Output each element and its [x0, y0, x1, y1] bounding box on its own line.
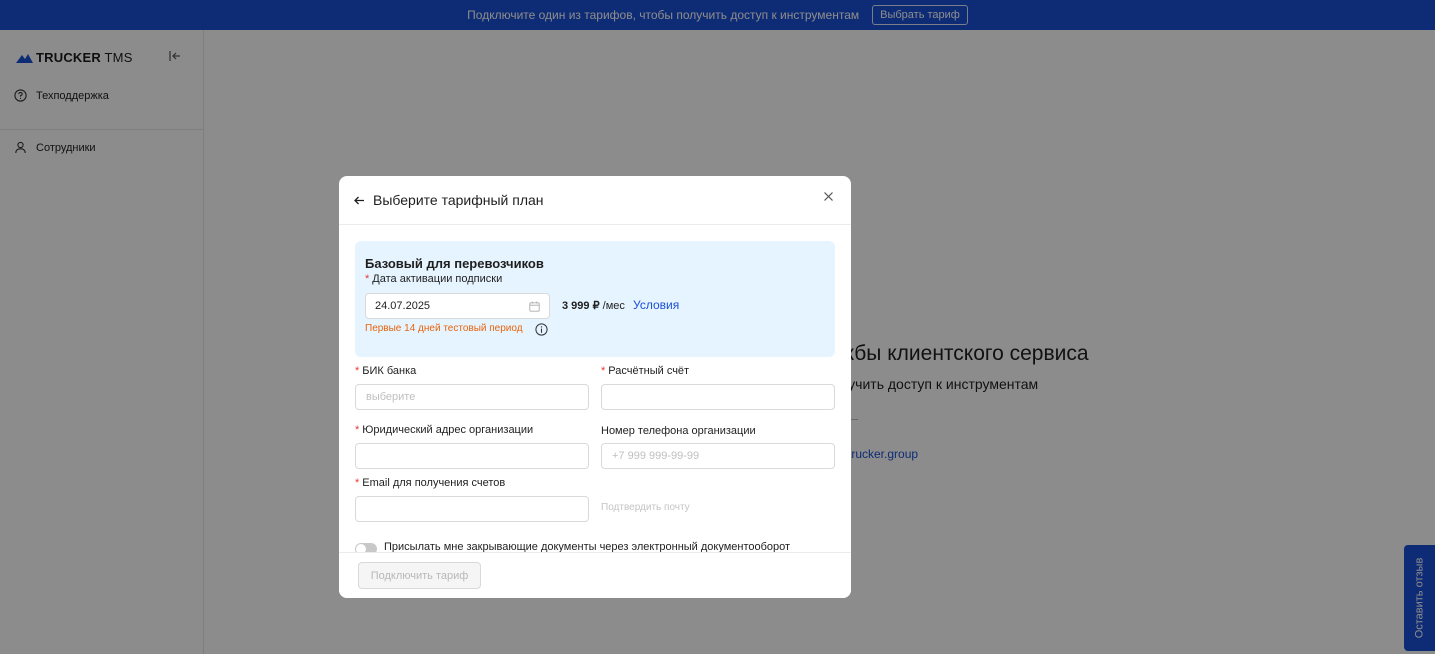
choose-plan-modal: Выберите тарифный план Базовый для перев…	[339, 176, 851, 598]
email-label: * Email для получения счетов	[355, 477, 506, 489]
modal-header: Выберите тарифный план	[339, 176, 851, 225]
edo-toggle[interactable]	[355, 543, 377, 552]
bik-label: * БИК банка	[355, 365, 417, 377]
phone-input[interactable]: +7 999 999-99-99	[601, 443, 835, 469]
terms-link[interactable]: Условия	[633, 298, 679, 312]
legal-address-input[interactable]	[355, 443, 589, 469]
connect-plan-button[interactable]: Подключить тариф	[358, 562, 481, 589]
confirm-email-link[interactable]: Подтвердить почту	[601, 502, 690, 513]
back-arrow-icon[interactable]	[353, 194, 366, 207]
activation-date-label: * Дата активации подписки	[365, 273, 503, 285]
activation-date-picker[interactable]: 24.07.2025	[365, 293, 550, 319]
legal-address-label: * Юридический адрес организации	[355, 424, 534, 436]
info-icon[interactable]	[535, 323, 548, 336]
account-label: * Расчётный счёт	[601, 365, 690, 377]
account-input[interactable]	[601, 384, 835, 410]
modal-footer: Подключить тариф	[339, 552, 851, 598]
email-input[interactable]	[355, 496, 589, 522]
bik-select[interactable]: выберите	[355, 384, 589, 410]
plan-price: 3 999 ₽ /мес	[562, 300, 625, 312]
calendar-icon	[529, 301, 540, 312]
plan-name: Базовый для перевозчиков	[365, 256, 544, 271]
phone-label: Номер телефона организации	[601, 425, 756, 437]
modal-body[interactable]: Базовый для перевозчиков * Дата активации…	[339, 225, 851, 552]
activation-date-value: 24.07.2025	[375, 300, 431, 312]
plan-card: Базовый для перевозчиков * Дата активации…	[355, 241, 835, 357]
modal-title: Выберите тарифный план	[373, 192, 544, 208]
edo-toggle-label: Присылать мне закрывающие документы чере…	[384, 541, 791, 552]
trial-period-note: Первые 14 дней тестовый период	[365, 323, 523, 334]
close-icon[interactable]	[823, 191, 834, 202]
